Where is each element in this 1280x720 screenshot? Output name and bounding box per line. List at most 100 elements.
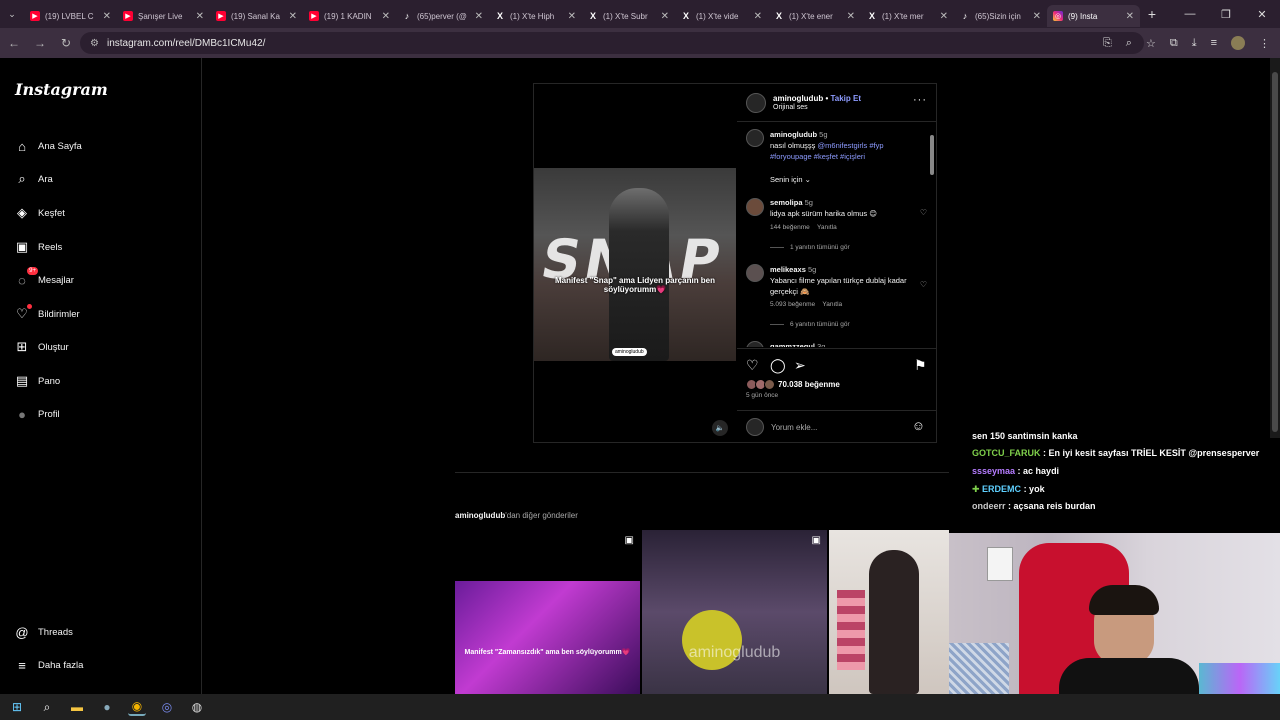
related-post[interactable]: ▣ Manifest "Zamansızdık" ama ben söylüyo… xyxy=(455,530,640,694)
sidebar-item-threads[interactable]: @ Threads xyxy=(14,621,72,643)
follow-button[interactable]: Takip Et xyxy=(830,94,861,103)
obs-icon[interactable]: ◍ xyxy=(188,698,206,716)
like-icon[interactable]: ♡ xyxy=(746,357,759,374)
tab-close-icon[interactable]: ✕ xyxy=(382,11,390,22)
browser-tab[interactable]: X (1) X'te Subr ✕ xyxy=(582,5,675,27)
sidebar-item-ara[interactable]: ⌕ Ara xyxy=(14,168,52,190)
scroll-thumb[interactable] xyxy=(930,135,934,175)
sidebar-item-ana-sayfa[interactable]: ⌂ Ana Sayfa xyxy=(14,135,82,157)
view-replies[interactable]: 1 yanıtın tümünü gör xyxy=(770,244,850,251)
comment-avatar[interactable] xyxy=(746,264,764,282)
browser-tab[interactable]: ♪ (65)Sizin için ✕ xyxy=(954,5,1047,27)
site-info-icon[interactable]: ⚙ xyxy=(90,38,99,49)
minimize-icon[interactable]: — xyxy=(1172,0,1208,28)
bookmark-star-icon[interactable]: ☆ xyxy=(1146,37,1156,50)
browser-tab[interactable]: ▶ (19) LVBEL C ✕ xyxy=(24,5,117,27)
reel-video[interactable]: SNAP Manifest "Snap" ama Lidyen parçanın… xyxy=(534,84,736,442)
browser-tab[interactable]: X (1) X'te ener ✕ xyxy=(768,5,861,27)
media-icon[interactable]: ≡ xyxy=(1211,37,1217,49)
new-tab-button[interactable]: + xyxy=(1140,6,1164,22)
audio-label[interactable]: Orijinal ses xyxy=(773,104,808,111)
tab-close-icon[interactable]: ✕ xyxy=(847,11,855,22)
browser-menu-icon[interactable]: ⋮ xyxy=(1259,37,1270,50)
caption-avatar[interactable] xyxy=(746,129,764,147)
sidebar-item-keşfet[interactable]: ◈ Keşfet xyxy=(14,202,65,224)
share-icon[interactable]: ➢ xyxy=(794,357,806,374)
reply-button[interactable]: Yanıtla xyxy=(817,224,837,231)
browser-tab[interactable]: X (1) X'te mer ✕ xyxy=(861,5,954,27)
comment-avatar[interactable] xyxy=(746,198,764,216)
tab-close-icon[interactable]: ✕ xyxy=(475,11,483,22)
sidebar-item-oluştur[interactable]: ⊞ Oluştur xyxy=(14,336,69,358)
reply-button[interactable]: Yanıtla xyxy=(822,301,842,308)
zoom-icon[interactable]: ⌕ xyxy=(1126,37,1132,50)
author-name[interactable]: aminogludub xyxy=(773,94,823,103)
browser-tab[interactable]: ▶ (19) 1 KADIN ✕ xyxy=(303,5,396,27)
file-explorer-icon[interactable]: ▬ xyxy=(68,698,86,716)
sidebar-item-mesajlar[interactable]: ◌ 9+ Mesajlar xyxy=(14,267,74,291)
comments-scrollbar[interactable] xyxy=(929,127,935,343)
reload-icon[interactable]: ↻ xyxy=(54,31,78,55)
download-icon[interactable]: ⤓ xyxy=(1192,37,1197,50)
more-posts-user[interactable]: aminogludub xyxy=(455,511,505,520)
sidebar-item-bildirimler[interactable]: ♡ Bildirimler xyxy=(14,303,80,325)
comment-likes[interactable]: 5.093 beğenme xyxy=(770,301,815,308)
comment-input[interactable] xyxy=(771,419,891,435)
sidebar-item-reels[interactable]: ▣ Reels xyxy=(14,236,62,258)
tab-close-icon[interactable]: ✕ xyxy=(196,11,204,22)
tab-close-icon[interactable]: ✕ xyxy=(103,11,111,22)
tab-close-icon[interactable]: ✕ xyxy=(1126,11,1134,22)
browser-tab[interactable]: ◎ (9) Insta ✕ xyxy=(1047,5,1140,27)
comment-user[interactable]: semolipa xyxy=(770,198,803,207)
author-avatar[interactable] xyxy=(746,93,766,113)
profile-avatar[interactable] xyxy=(1231,36,1245,50)
tab-close-icon[interactable]: ✕ xyxy=(754,11,762,22)
browser-tab[interactable]: X (1) X'te Hiph ✕ xyxy=(489,5,582,27)
sidebar-item-profil[interactable]: ● Profil xyxy=(14,403,60,425)
comment-icon[interactable]: ◯ xyxy=(770,357,786,374)
emoji-icon[interactable]: ☺ xyxy=(912,418,925,433)
windows-start-icon[interactable]: ⊞ xyxy=(8,698,26,716)
related-post[interactable]: ▣ aminogludub xyxy=(642,530,827,694)
page-scroll-thumb[interactable] xyxy=(1272,72,1278,432)
page-scrollbar[interactable] xyxy=(1270,58,1280,438)
comment-filter[interactable]: Senin için ⌄ xyxy=(770,174,811,185)
view-replies[interactable]: 6 yanıtın tümünü gör xyxy=(770,321,850,328)
tab-close-icon[interactable]: ✕ xyxy=(661,11,669,22)
comment-user[interactable]: melikeaxs xyxy=(770,265,806,274)
like-count[interactable]: 70.038 beğenme xyxy=(778,380,840,389)
extensions-icon[interactable]: ⧉ xyxy=(1170,37,1178,50)
volume-icon[interactable]: 🔈 xyxy=(712,420,728,436)
tab-close-icon[interactable]: ✕ xyxy=(1033,11,1041,22)
comment-like-icon[interactable]: ♡ xyxy=(920,280,927,289)
address-bar[interactable]: ⚙ instagram.com/reel/DMBc1ICMu42/ xyxy=(80,32,1144,54)
tab-search-icon[interactable]: ⌄ xyxy=(0,0,24,28)
discord-icon[interactable]: ◎ xyxy=(158,698,176,716)
save-icon[interactable]: ⚑ xyxy=(914,357,927,374)
install-icon[interactable]: ⎘ xyxy=(1103,37,1112,50)
browser-tab[interactable]: ▶ Şanışer Live ✕ xyxy=(117,5,210,27)
forward-icon[interactable]: → xyxy=(28,31,52,55)
related-post[interactable] xyxy=(829,530,949,694)
browser-tab[interactable]: ♪ (65)perver (@ ✕ xyxy=(396,5,489,27)
search-icon[interactable]: ⌕ xyxy=(38,698,56,716)
chrome-icon[interactable]: ◉ xyxy=(128,698,146,716)
app-icon[interactable]: ● xyxy=(98,698,116,716)
comments-list[interactable]: aminogludub 5g nasıl olmuşşş @m6nifestgi… xyxy=(737,123,937,347)
caption-user[interactable]: aminogludub xyxy=(770,130,817,139)
comment-likes[interactable]: 144 beğenme xyxy=(770,224,810,231)
tab-close-icon[interactable]: ✕ xyxy=(289,11,297,22)
tab-close-icon[interactable]: ✕ xyxy=(568,11,576,22)
close-window-icon[interactable]: ✕ xyxy=(1244,0,1280,28)
restore-icon[interactable]: ❐ xyxy=(1208,0,1244,28)
comment-user[interactable]: gammzzegul xyxy=(770,342,815,347)
sidebar-item-pano[interactable]: ▤ Pano xyxy=(14,370,60,392)
comment-avatar[interactable] xyxy=(746,341,764,347)
more-options-icon[interactable]: ··· xyxy=(913,94,927,106)
browser-tab[interactable]: X (1) X'te vide ✕ xyxy=(675,5,768,27)
back-icon[interactable]: ← xyxy=(2,31,26,55)
sidebar-item-daha-fazla[interactable]: ≡ Daha fazla xyxy=(14,654,83,676)
instagram-logo[interactable]: Instagram xyxy=(15,80,108,99)
comment-like-icon[interactable]: ♡ xyxy=(920,208,927,217)
tab-close-icon[interactable]: ✕ xyxy=(940,11,948,22)
